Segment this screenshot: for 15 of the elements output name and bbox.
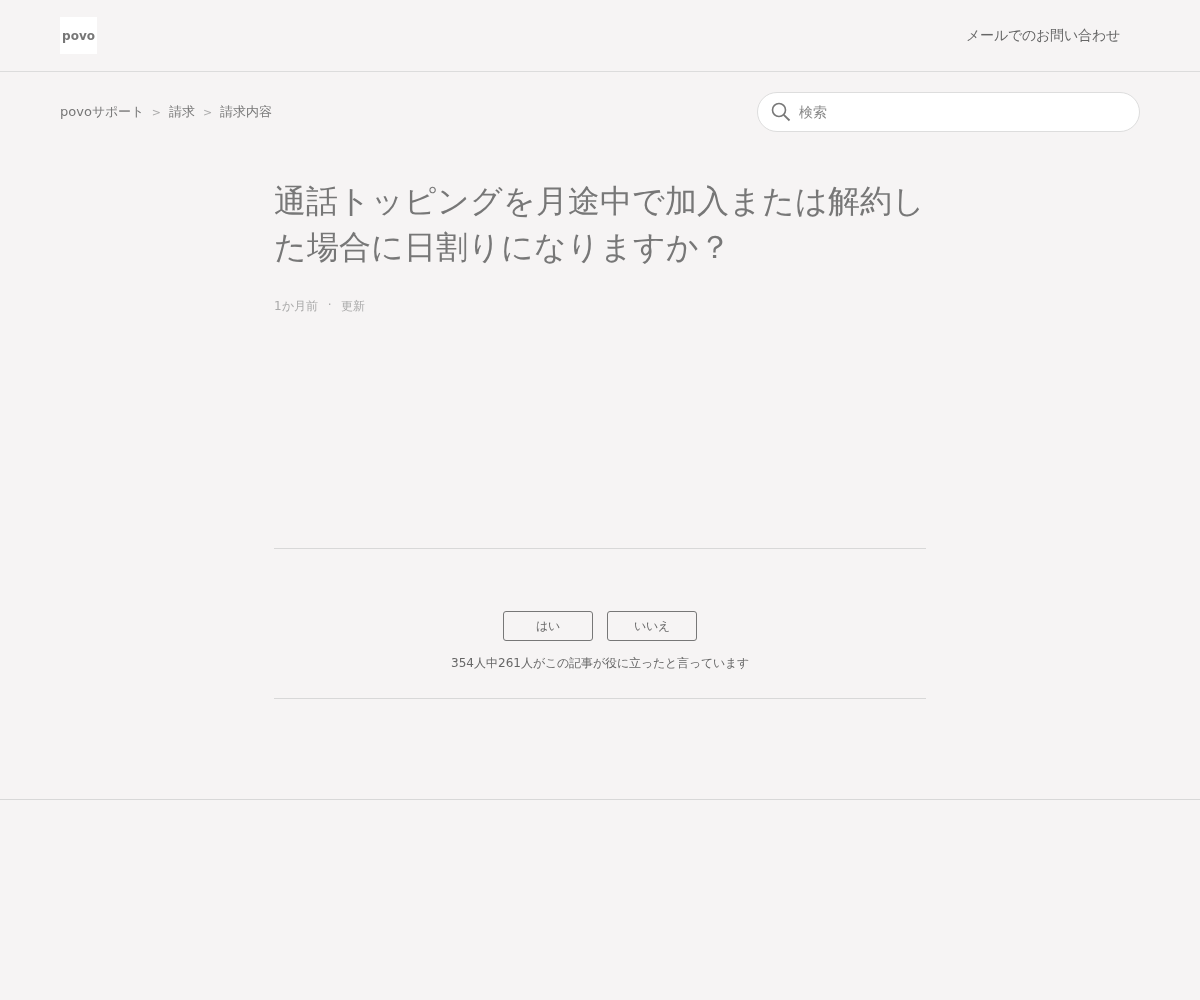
logo[interactable]: povo xyxy=(60,17,97,54)
article-meta: · xyxy=(327,298,332,314)
breadcrumb-separator: > xyxy=(203,105,213,119)
article-meta: 1か月前 xyxy=(274,298,318,315)
vote-summary: 354人中261人がこの記事が役に立ったと言っています xyxy=(450,655,750,672)
breadcrumb-link[interactable]: povoサポート xyxy=(60,103,144,121)
breadcrumb-link[interactable]: 請求 xyxy=(169,103,196,121)
contact-link[interactable]: メールでのお問い合わせ xyxy=(966,26,1120,45)
article-title: 通話トッピングを月途中で加入または解約した場合に日割りになりますか？ xyxy=(274,181,926,268)
search-field[interactable]: 検索 xyxy=(757,92,1140,132)
article-meta: 更新 xyxy=(341,298,366,315)
vote-button[interactable]: はい xyxy=(503,611,593,641)
breadcrumb-separator: > xyxy=(151,105,162,119)
vote-button[interactable]: いいえ xyxy=(607,611,697,641)
breadcrumb-link[interactable]: 請求内容 xyxy=(220,103,273,121)
